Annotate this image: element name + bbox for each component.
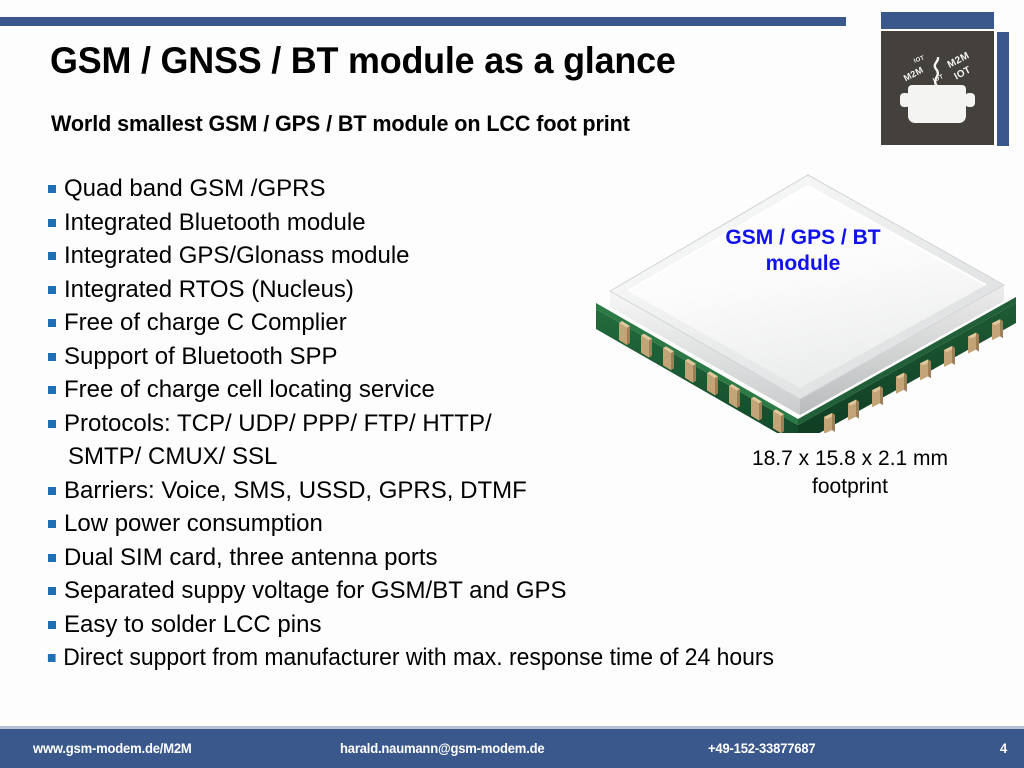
bullet-square-icon xyxy=(48,587,56,595)
bullet-square-icon xyxy=(47,654,56,662)
bullet-text: Barriers: Voice, SMS, USSD, GPRS, DTMF xyxy=(64,476,527,504)
bullet-text: Low power consumption xyxy=(64,510,323,537)
bullet-square-icon xyxy=(48,620,56,629)
logo-word-iot-small: IOT xyxy=(913,55,926,65)
pot-body-icon xyxy=(908,85,966,123)
bullet-square-icon xyxy=(48,553,56,562)
page-title: GSM / GNSS / BT module as a glance xyxy=(50,40,676,81)
bullet-text: Free of charge cell locating service xyxy=(64,376,435,403)
bullet-text: Protocols: TCP/ UDP/ PPP/ FTP/ HTTP/ xyxy=(64,409,492,437)
bullet-item: Low power consumption xyxy=(46,507,986,541)
page-subtitle: World smallest GSM / GPS / BT module on … xyxy=(51,111,630,136)
footer-website[interactable]: www.gsm-modem.de/M2M xyxy=(33,740,192,756)
bullet-text: Separated suppy voltage for GSM/BT and G… xyxy=(64,577,567,604)
module-caption-line1: 18.7 x 15.8 x 2.1 mm xyxy=(751,447,949,470)
module-caption: 18.7 x 15.8 x 2.1 mm footprint xyxy=(690,445,1010,501)
bullet-square-icon xyxy=(48,386,56,394)
bullet-text: Dual SIM card, three antenna ports xyxy=(64,543,438,571)
bullet-text: Free of charge C Complier xyxy=(64,309,347,336)
bullet-text: Integrated RTOS (Nucleus) xyxy=(64,275,354,303)
bullet-text: Quad band GSM /GPRS xyxy=(64,175,326,202)
bullet-item: Dual SIM card, three antenna ports xyxy=(46,541,986,575)
lcc-module-3d-icon xyxy=(596,174,1016,445)
bullet-text: Integrated GPS/Glonass module xyxy=(64,242,410,269)
bullet-square-icon xyxy=(48,486,56,495)
bullet-square-icon xyxy=(48,218,56,227)
top-accent-rule xyxy=(0,17,846,26)
bullet-item: Easy to solder LCC pins xyxy=(46,608,986,642)
bullet-text: Direct support from manufacturer with ma… xyxy=(63,644,775,671)
bullet-text: SMTP/ CMUX/ SSL xyxy=(68,443,278,470)
bullet-item: Direct support from manufacturer with ma… xyxy=(46,641,944,675)
footer-bar: www.gsm-modem.de/M2M harald.naumann@gsm-… xyxy=(0,729,1024,768)
footer-email[interactable]: harald.naumann@gsm-modem.de xyxy=(340,740,545,756)
bullet-square-icon xyxy=(48,352,56,361)
logo-top-accent-bar xyxy=(881,12,994,29)
footer-phone: +49-152-33877687 xyxy=(708,740,816,756)
bullet-square-icon xyxy=(48,285,56,294)
bullet-square-icon xyxy=(48,252,56,260)
module-illustration: GSM / GPS / BT module xyxy=(588,163,1024,445)
m2m-iot-pot-logo: M2M IOT M2M IOT IOT xyxy=(881,31,994,145)
right-accent-bar xyxy=(997,32,1009,146)
bullet-square-icon xyxy=(48,520,56,528)
footer-page-number: 4 xyxy=(1000,740,1008,756)
bullet-text: Easy to solder LCC pins xyxy=(64,610,322,638)
bullet-text: Support of Bluetooth SPP xyxy=(64,342,338,370)
module-caption-line2: footprint xyxy=(812,475,888,498)
pot-handle-right-icon xyxy=(965,93,975,107)
bullet-square-icon xyxy=(48,419,56,428)
slide: M2M IOT M2M IOT IOT GSM / GNSS / BT modu… xyxy=(0,0,1024,768)
bullet-square-icon xyxy=(48,185,56,193)
logo-word-m2m-left: M2M xyxy=(901,64,926,84)
bullet-text: Integrated Bluetooth module xyxy=(64,208,366,236)
bullet-square-icon xyxy=(48,319,56,327)
bullet-item: Separated suppy voltage for GSM/BT and G… xyxy=(46,574,986,608)
